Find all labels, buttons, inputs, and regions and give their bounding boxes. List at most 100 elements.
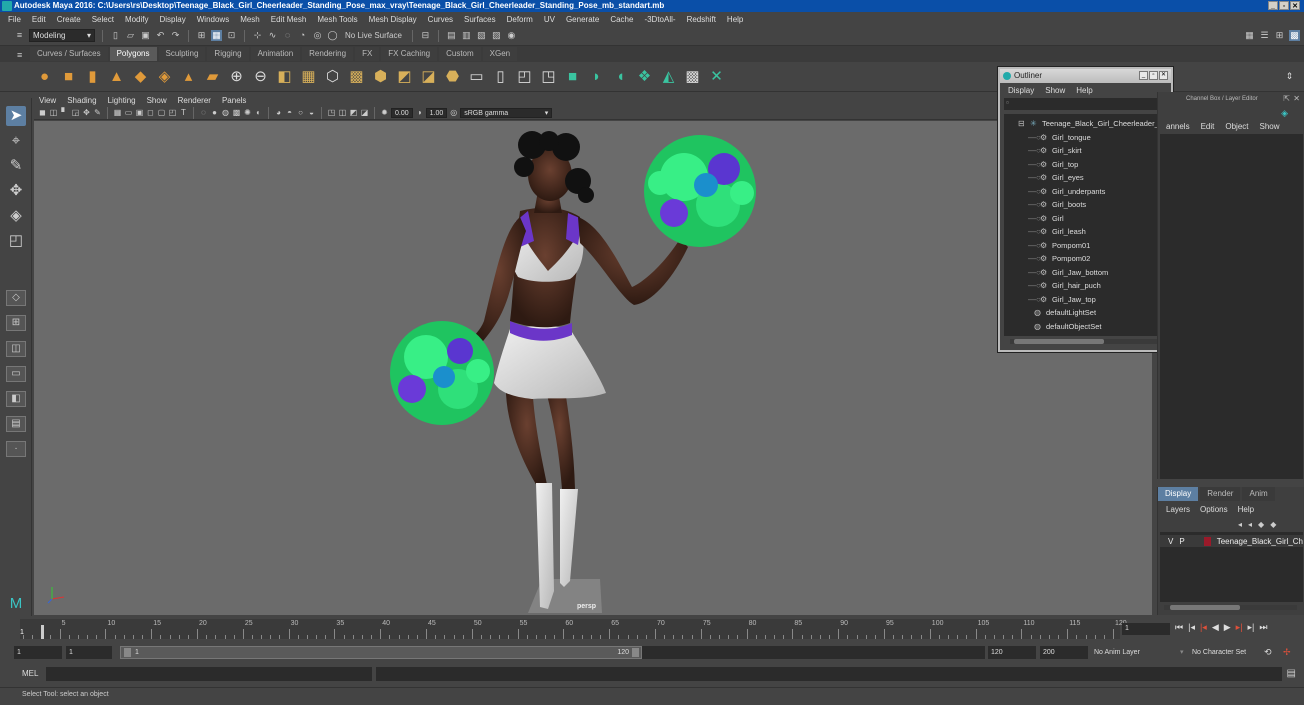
insert-edge-loop-icon[interactable]: ▯ bbox=[492, 68, 509, 85]
current-frame-field[interactable]: 1 bbox=[1122, 623, 1170, 635]
bookmark-icon[interactable]: ▘ bbox=[60, 108, 69, 117]
xray-icon[interactable]: ◫ bbox=[338, 108, 347, 117]
shadows-icon[interactable]: ◐ bbox=[254, 108, 263, 117]
outliner-item[interactable]: —○⚙ Pompom01 bbox=[1028, 239, 1090, 252]
smooth-icon[interactable]: ▦ bbox=[300, 68, 317, 85]
shelf-tab-sculpting[interactable]: Sculpting bbox=[158, 47, 206, 61]
render-frame-icon[interactable]: ▥ bbox=[461, 30, 472, 41]
field-chart-icon[interactable]: ▢ bbox=[157, 108, 166, 117]
exposure-icon[interactable]: ✹ bbox=[380, 108, 389, 117]
menu-edit[interactable]: Edit bbox=[32, 15, 46, 24]
gamma-icon[interactable]: ◑ bbox=[415, 108, 424, 117]
bevel-icon[interactable]: ◩ bbox=[396, 68, 413, 85]
extrude-icon[interactable]: ⬢ bbox=[372, 68, 389, 85]
single-view-icon[interactable]: ◇ bbox=[6, 290, 26, 306]
menu-cache[interactable]: Cache bbox=[610, 15, 633, 24]
shelf-scroll-icon[interactable]: ⇕ bbox=[1281, 68, 1298, 85]
poly-prism-icon[interactable]: ▴ bbox=[180, 68, 197, 85]
go-to-start-icon[interactable]: ⏮ bbox=[1175, 622, 1183, 633]
new-scene-icon[interactable]: ▯ bbox=[110, 30, 121, 41]
layer-horizontal-scroll-thumb[interactable] bbox=[1170, 605, 1240, 610]
combine-icon[interactable]: ⊕ bbox=[228, 68, 245, 85]
redo-icon[interactable]: ↷ bbox=[170, 30, 181, 41]
auto-key-icon[interactable]: ⟲ bbox=[1264, 646, 1274, 659]
shelf-menu-icon[interactable]: ≡ bbox=[17, 50, 22, 60]
step-back-key-icon[interactable]: |◂ bbox=[1188, 622, 1195, 633]
outliner-minimize-button[interactable]: _ bbox=[1139, 71, 1148, 80]
bridge-icon[interactable]: ▩ bbox=[348, 68, 365, 85]
motion-blur-icon[interactable]: ◓ bbox=[285, 108, 294, 117]
outliner-item[interactable]: —○⚙ Girl_Jaw_bottom bbox=[1028, 266, 1108, 279]
render-view-icon[interactable]: ▤ bbox=[446, 30, 457, 41]
smooth-shade-icon[interactable]: ● bbox=[210, 108, 219, 117]
layer-menu-layers[interactable]: Layers bbox=[1166, 505, 1190, 514]
viewport-menu-panels[interactable]: Panels bbox=[222, 96, 246, 105]
outliner-close-button[interactable]: ✕ bbox=[1159, 71, 1168, 80]
persp-outliner-icon[interactable]: ◧ bbox=[6, 391, 26, 407]
viewport-menu-lighting[interactable]: Lighting bbox=[108, 96, 136, 105]
menu-generate[interactable]: Generate bbox=[566, 15, 599, 24]
select-object-icon[interactable]: ▦ bbox=[211, 30, 222, 41]
shelf-tab-fx[interactable]: FX bbox=[355, 47, 380, 61]
hypershade-icon[interactable]: ◉ bbox=[506, 30, 517, 41]
range-start-handle[interactable] bbox=[124, 648, 131, 657]
lights-icon[interactable]: ✺ bbox=[243, 108, 252, 117]
poly-cone-icon[interactable]: ▲ bbox=[108, 68, 125, 85]
new-layer-icon[interactable]: ◆ bbox=[1258, 520, 1264, 529]
wireframe-icon[interactable]: ◌ bbox=[199, 108, 208, 117]
viewport-menu-renderer[interactable]: Renderer bbox=[178, 96, 211, 105]
select-tool-icon[interactable]: ➤ bbox=[6, 106, 26, 126]
safe-action-icon[interactable]: ◰ bbox=[168, 108, 177, 117]
outliner-item[interactable]: —○⚙ Girl_underpants bbox=[1028, 185, 1105, 198]
extract-icon[interactable]: ⬡ bbox=[324, 68, 341, 85]
poly-cube-icon[interactable]: ■ bbox=[60, 68, 77, 85]
perspective-viewport[interactable]: persp bbox=[34, 121, 1152, 615]
range-thumb[interactable]: 1 120 bbox=[120, 646, 642, 659]
grid-icon[interactable]: ▦ bbox=[113, 108, 122, 117]
playback-end-field[interactable]: 120 bbox=[988, 646, 1036, 659]
step-forward-frame-icon[interactable]: ▸| bbox=[1236, 622, 1243, 633]
gate-mask-icon[interactable]: ◻ bbox=[146, 108, 155, 117]
outliner-menu-show[interactable]: Show bbox=[1045, 86, 1065, 95]
depth-of-field-icon[interactable]: ◒ bbox=[307, 108, 316, 117]
workspace-icon[interactable]: ▦ bbox=[1244, 30, 1255, 41]
gamma-field[interactable]: 1.00 bbox=[425, 107, 448, 118]
outliner-layout-icon[interactable]: ▤ bbox=[6, 416, 26, 432]
append-polygon-icon[interactable]: ⬣ bbox=[444, 68, 461, 85]
play-backward-icon[interactable]: ◀ bbox=[1212, 622, 1219, 633]
shelf-tab-xgen[interactable]: XGen bbox=[482, 47, 518, 61]
fill-hole-icon[interactable]: ◪ bbox=[420, 68, 437, 85]
poly-pipe-icon[interactable]: ▰ bbox=[204, 68, 221, 85]
outliner-set-item[interactable]: ◍ defaultLightSet bbox=[1034, 306, 1096, 319]
cylindrical-map-icon[interactable]: ◗ bbox=[588, 68, 605, 85]
multi-cut-icon[interactable]: ▭ bbox=[468, 68, 485, 85]
outliner-item[interactable]: —○⚙ Girl bbox=[1028, 212, 1064, 225]
menu-mesh-display[interactable]: Mesh Display bbox=[369, 15, 417, 24]
camera-attr-icon[interactable]: ◫ bbox=[49, 108, 58, 117]
script-editor-icon[interactable]: ▤ bbox=[1287, 668, 1296, 679]
menu-windows[interactable]: Windows bbox=[197, 15, 229, 24]
channel-box-menu-object[interactable]: Object bbox=[1225, 122, 1248, 131]
unfold-icon[interactable]: ✕ bbox=[708, 68, 725, 85]
outliner-horizontal-scroll-thumb[interactable] bbox=[1014, 339, 1104, 344]
resolution-gate-icon[interactable]: ▣ bbox=[135, 108, 144, 117]
separate-icon[interactable]: ⊖ bbox=[252, 68, 269, 85]
outliner-item[interactable]: —○⚙ Girl_tongue bbox=[1028, 131, 1091, 144]
menu-mesh-tools[interactable]: Mesh Tools bbox=[317, 15, 357, 24]
collapse-icon[interactable]: ◳ bbox=[540, 68, 557, 85]
isolate-select-icon[interactable]: ◳ bbox=[327, 108, 336, 117]
menu-modify[interactable]: Modify bbox=[125, 15, 149, 24]
layer-move-up-icon[interactable]: ◂ bbox=[1238, 520, 1242, 529]
poly-plane-icon[interactable]: ◆ bbox=[132, 68, 149, 85]
viewport-menu-shading[interactable]: Shading bbox=[67, 96, 96, 105]
channel-box-menu-show[interactable]: Show bbox=[1260, 122, 1280, 131]
planar-map-icon[interactable]: ■ bbox=[564, 68, 581, 85]
outliner-item-root[interactable]: ⊟ ✳ Teenage_Black_Girl_Cheerleader_ bbox=[1018, 117, 1159, 130]
history-icon[interactable]: ⊟ bbox=[420, 30, 431, 41]
collapse-icon[interactable]: ⊟ bbox=[1018, 117, 1027, 130]
mirror-icon[interactable]: ◧ bbox=[276, 68, 293, 85]
wireframe-on-shaded-icon[interactable]: ◍ bbox=[221, 108, 230, 117]
scale-tool-icon[interactable]: ◰ bbox=[6, 231, 26, 251]
paint-select-icon[interactable]: ✎ bbox=[6, 156, 26, 176]
image-plane-icon[interactable]: ◲ bbox=[71, 108, 80, 117]
